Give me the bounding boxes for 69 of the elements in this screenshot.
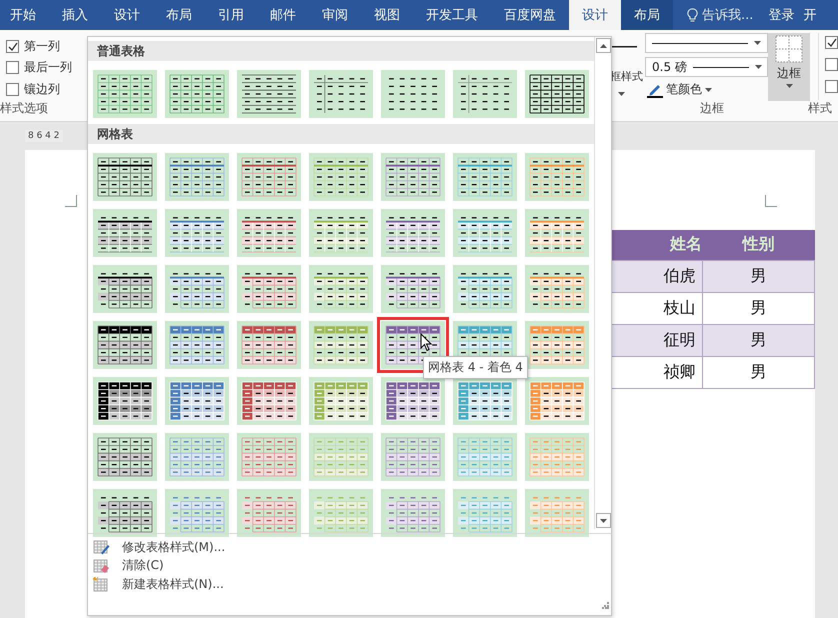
tooltip: 网格表 4 - 着色 4 xyxy=(423,356,528,379)
caret-icon xyxy=(754,65,762,69)
table-cell: 男 xyxy=(702,356,814,388)
menu-item[interactable]: 新建表格样式(N)... xyxy=(88,575,611,594)
line-sample-icon xyxy=(652,42,748,44)
table-pencil-icon xyxy=(93,539,110,556)
borders-button[interactable]: 边框 xyxy=(768,33,810,101)
caret-icon xyxy=(618,92,625,96)
caret-icon xyxy=(754,41,761,45)
ribbon-tab[interactable]: 百度网盘 xyxy=(491,0,569,30)
line-style-dropdown[interactable] xyxy=(645,33,768,53)
ribbon-tab[interactable]: 布局 xyxy=(621,0,673,30)
pen-color-button[interactable]: 笔颜色 xyxy=(645,81,768,98)
ribbon-tab[interactable]: 设计 xyxy=(569,0,621,30)
checkbox-label: 第一列 xyxy=(24,38,60,56)
line-weight-value: 0.5 磅 xyxy=(652,58,687,76)
new-table-icon xyxy=(93,576,110,593)
mouse-cursor-icon xyxy=(420,333,432,352)
ribbon-tab[interactable]: 布局 xyxy=(153,0,205,30)
tell-me-search[interactable]: 告诉我... xyxy=(673,0,766,30)
caret-icon xyxy=(705,88,712,92)
checkbox[interactable] xyxy=(825,36,838,49)
ribbon-tab[interactable]: 视图 xyxy=(361,0,413,30)
table-header-cell: 性别 xyxy=(702,230,814,260)
table-cell: 伯虎 xyxy=(612,260,702,292)
lightbulb-icon xyxy=(687,8,698,22)
table-cell: 征明 xyxy=(612,324,702,356)
table-cell: 祯卿 xyxy=(612,356,702,388)
ribbon-tab[interactable]: 插入 xyxy=(49,0,101,30)
margin-corner-mark xyxy=(65,195,77,207)
checkbox-label: 镶边列 xyxy=(24,80,60,98)
ribbon-tab[interactable]: 审阅 xyxy=(309,0,361,30)
section-header: 网格表 xyxy=(88,124,594,144)
checkbox[interactable] xyxy=(825,58,838,71)
borders-grid-icon xyxy=(775,35,803,63)
ruler-numbers: 8 6 4 2 xyxy=(25,130,62,142)
caret-icon xyxy=(600,518,606,522)
table-eraser-icon xyxy=(93,558,110,574)
table-cell: 男 xyxy=(702,260,814,292)
group-label: 样式 xyxy=(808,100,832,117)
group-label: 样式选项 xyxy=(0,100,49,117)
ribbon-tab[interactable]: 开发工具 xyxy=(413,0,491,30)
sign-in-link[interactable]: 登录 xyxy=(765,0,794,30)
table-header-cell: 姓名 xyxy=(612,230,702,260)
table-cell: 男 xyxy=(702,324,814,356)
checkbox[interactable] xyxy=(6,82,19,96)
checkbox[interactable] xyxy=(825,80,838,93)
ribbon-tab[interactable]: 设计 xyxy=(101,0,153,30)
ribbon-tab[interactable]: 邮件 xyxy=(257,0,309,30)
caret-icon xyxy=(786,84,792,88)
resize-grip-icon xyxy=(602,602,609,609)
caret-icon xyxy=(600,44,606,48)
ribbon-tab[interactable]: 开始 xyxy=(0,0,49,30)
scroll-down-button[interactable] xyxy=(596,513,610,528)
checkbox[interactable] xyxy=(6,61,19,74)
menu-item[interactable]: 清除(C) xyxy=(88,556,611,576)
table-cell: 男 xyxy=(702,292,814,324)
section-header: 普通表格 xyxy=(88,41,594,61)
margin-corner-mark xyxy=(765,195,777,207)
scroll-up-button[interactable] xyxy=(596,38,610,53)
group-label: 边框 xyxy=(700,100,724,117)
ribbon-tab[interactable]: 引用 xyxy=(205,0,257,30)
checkbox-label: 最后一列 xyxy=(24,59,72,76)
menu-item[interactable]: 修改表格样式(M)... xyxy=(88,538,611,557)
checkbox[interactable] xyxy=(6,40,19,54)
table-cell: 枝山 xyxy=(612,292,702,324)
line-sample-icon xyxy=(692,66,749,68)
line-weight-dropdown[interactable]: 0.5 磅 xyxy=(645,57,768,77)
ribbon-tab[interactable]: 开 xyxy=(794,0,816,30)
